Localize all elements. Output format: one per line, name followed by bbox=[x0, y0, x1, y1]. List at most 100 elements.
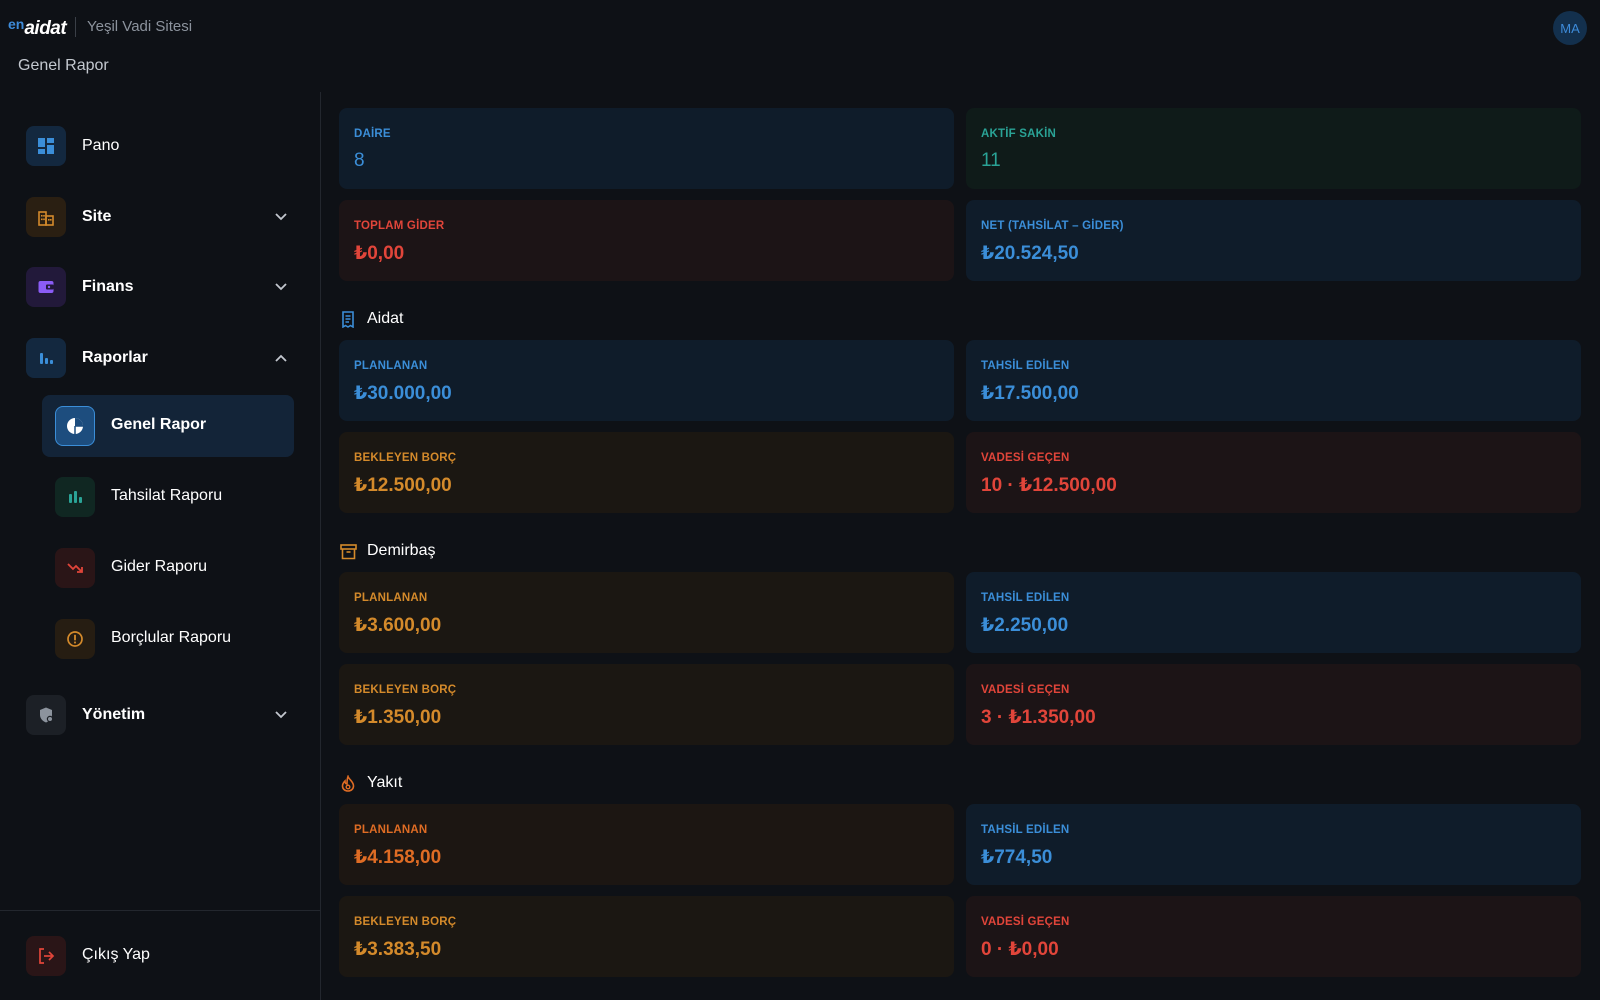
section-title: Aidat bbox=[367, 310, 404, 327]
demirbas-planlanan-card: PLANLANAN ₺3.600,00 bbox=[339, 572, 954, 653]
summary-card-daire: DAİRE 8 bbox=[339, 108, 954, 189]
yakit-tahsil-card: TAHSİL EDİLEN ₺774,50 bbox=[966, 804, 1581, 885]
card-label: AKTİF SAKİN bbox=[981, 128, 1057, 140]
sidebar-item-label: Finans bbox=[82, 278, 134, 295]
aidat-tahsil-card: TAHSİL EDİLEN ₺17.500,00 bbox=[966, 340, 1581, 421]
card-value: ₺774,50 bbox=[981, 847, 1053, 868]
card-label: NET (TAHSİLAT – GİDER) bbox=[981, 220, 1124, 232]
sidebar-item-label: Pano bbox=[82, 137, 120, 154]
site-name: Yeşil Vadi Sitesi bbox=[87, 18, 193, 35]
sidebar-subitem-genel-rapor[interactable]: Genel Rapor bbox=[42, 395, 294, 457]
card-label: PLANLANAN bbox=[354, 592, 428, 604]
archive-box-icon bbox=[339, 542, 357, 560]
chevron-down-icon bbox=[274, 280, 288, 294]
section-header-yakit: Yakıt bbox=[339, 772, 402, 794]
card-value: 11 bbox=[981, 150, 1001, 171]
demirbas-bekleyen-card: BEKLEYEN BORÇ ₺1.350,00 bbox=[339, 664, 954, 745]
card-value: ₺12.500,00 bbox=[354, 475, 452, 496]
chevron-down-icon bbox=[274, 708, 288, 722]
sidebar-subitem-tahsilat-raporu[interactable]: Tahsilat Raporu bbox=[42, 466, 294, 528]
sidebar: Pano Site Finans Raporlar Genel Rapor Ta… bbox=[0, 92, 321, 1000]
section-title: Yakıt bbox=[367, 774, 403, 791]
sidebar-subitem-borclular-raporu[interactable]: Borçlular Raporu bbox=[42, 608, 294, 670]
card-label: TAHSİL EDİLEN bbox=[981, 360, 1070, 372]
card-label: TAHSİL EDİLEN bbox=[981, 592, 1070, 604]
card-value: 0 · ₺0,00 bbox=[981, 939, 1059, 960]
aidat-planlanan-card: PLANLANAN ₺30.000,00 bbox=[339, 340, 954, 421]
card-value: ₺20.524,50 bbox=[981, 243, 1079, 264]
card-label: VADESİ GEÇEN bbox=[981, 452, 1070, 464]
card-label: BEKLEYEN BORÇ bbox=[354, 452, 457, 464]
receipt-icon bbox=[339, 310, 357, 328]
card-label: BEKLEYEN BORÇ bbox=[354, 684, 457, 696]
bar-chart-icon bbox=[26, 338, 66, 378]
sidebar-item-label: Raporlar bbox=[82, 349, 148, 366]
card-value: ₺3.383,50 bbox=[354, 939, 442, 960]
logo-text: aidat bbox=[24, 18, 67, 39]
pie-chart-icon bbox=[55, 406, 95, 446]
demirbas-vadesi-card: VADESİ GEÇEN 3 · ₺1.350,00 bbox=[966, 664, 1581, 745]
sidebar-item-raporlar[interactable]: Raporlar bbox=[0, 328, 320, 388]
alert-circle-icon bbox=[55, 619, 95, 659]
aidat-bekleyen-card: BEKLEYEN BORÇ ₺12.500,00 bbox=[339, 432, 954, 513]
sidebar-item-pano[interactable]: Pano bbox=[0, 116, 320, 176]
sidebar-item-site[interactable]: Site bbox=[0, 187, 320, 247]
sidebar-subitem-label: Borçlular Raporu bbox=[111, 629, 232, 646]
card-value: ₺1.350,00 bbox=[354, 707, 442, 728]
shield-gear-icon bbox=[26, 695, 66, 735]
yakit-vadesi-card: VADESİ GEÇEN 0 · ₺0,00 bbox=[966, 896, 1581, 977]
section-header-aidat: Aidat bbox=[339, 308, 403, 330]
sidebar-item-label: Yönetim bbox=[82, 706, 146, 723]
card-value: ₺4.158,00 bbox=[354, 847, 442, 868]
sidebar-subitem-label: Genel Rapor bbox=[111, 416, 207, 433]
card-value: 8 bbox=[354, 150, 365, 171]
demirbas-tahsil-card: TAHSİL EDİLEN ₺2.250,00 bbox=[966, 572, 1581, 653]
card-value: ₺2.250,00 bbox=[981, 615, 1069, 636]
card-value: ₺30.000,00 bbox=[354, 383, 452, 404]
yakit-planlanan-card: PLANLANAN ₺4.158,00 bbox=[339, 804, 954, 885]
card-label: TAHSİL EDİLEN bbox=[981, 824, 1070, 836]
card-value: 3 · ₺1.350,00 bbox=[981, 707, 1096, 728]
dashboard-icon bbox=[26, 126, 66, 166]
sidebar-subitem-label: Gider Raporu bbox=[111, 558, 208, 575]
app-logo[interactable]: en aidat bbox=[8, 16, 67, 40]
logout-icon bbox=[26, 936, 66, 976]
sidebar-item-finans[interactable]: Finans bbox=[0, 257, 320, 317]
card-value: ₺0,00 bbox=[354, 243, 405, 264]
chevron-down-icon bbox=[274, 210, 288, 224]
yakit-bekleyen-card: BEKLEYEN BORÇ ₺3.383,50 bbox=[339, 896, 954, 977]
card-label: PLANLANAN bbox=[354, 824, 428, 836]
sidebar-divider bbox=[0, 910, 320, 911]
sidebar-item-yonetim[interactable]: Yönetim bbox=[0, 685, 320, 745]
wallet-icon bbox=[26, 267, 66, 307]
sidebar-subitem-gider-raporu[interactable]: Gider Raporu bbox=[42, 537, 294, 599]
top-bar: en aidat Yeşil Vadi Sitesi MA bbox=[0, 0, 1600, 56]
card-label: TOPLAM GİDER bbox=[354, 220, 445, 232]
card-label: DAİRE bbox=[354, 128, 391, 140]
flame-icon bbox=[339, 774, 357, 792]
logout-label: Çıkış Yap bbox=[82, 946, 150, 963]
card-label: VADESİ GEÇEN bbox=[981, 684, 1070, 696]
section-header-demirbas: Demirbaş bbox=[339, 540, 435, 562]
card-label: PLANLANAN bbox=[354, 360, 428, 372]
user-avatar[interactable]: MA bbox=[1553, 11, 1587, 45]
logo-prefix: en bbox=[8, 16, 25, 32]
card-value: 10 · ₺12.500,00 bbox=[981, 475, 1117, 496]
bar-chart-icon bbox=[55, 477, 95, 517]
sidebar-item-label: Site bbox=[82, 208, 112, 225]
aidat-vadesi-card: VADESİ GEÇEN 10 · ₺12.500,00 bbox=[966, 432, 1581, 513]
card-label: VADESİ GEÇEN bbox=[981, 916, 1070, 928]
card-value: ₺3.600,00 bbox=[354, 615, 442, 636]
trending-down-icon bbox=[55, 548, 95, 588]
summary-card-net: NET (TAHSİLAT – GİDER) ₺20.524,50 bbox=[966, 200, 1581, 281]
section-title: Demirbaş bbox=[367, 542, 436, 559]
card-value: ₺17.500,00 bbox=[981, 383, 1079, 404]
summary-card-aktif-sakin: AKTİF SAKİN 11 bbox=[966, 108, 1581, 189]
summary-card-toplam-gider: TOPLAM GİDER ₺0,00 bbox=[339, 200, 954, 281]
buildings-icon bbox=[26, 197, 66, 237]
card-label: BEKLEYEN BORÇ bbox=[354, 916, 457, 928]
logo-divider bbox=[75, 17, 76, 37]
sidebar-subitem-label: Tahsilat Raporu bbox=[111, 487, 223, 504]
logout-button[interactable]: Çıkış Yap bbox=[0, 926, 320, 986]
page-title: Genel Rapor bbox=[18, 57, 109, 74]
